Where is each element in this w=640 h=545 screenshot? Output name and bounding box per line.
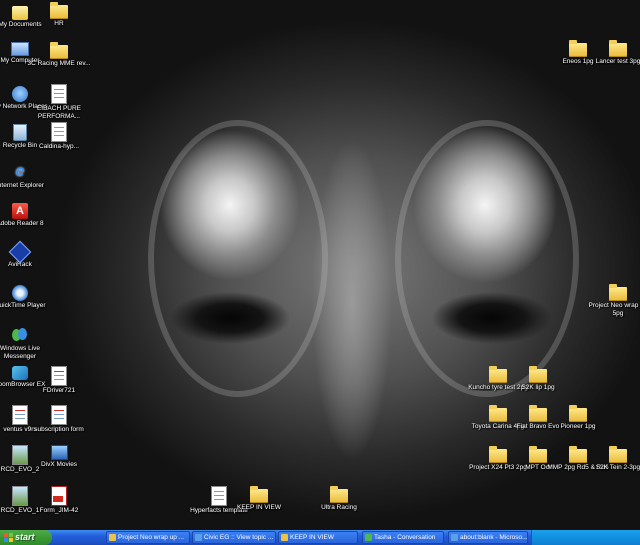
folder-icon xyxy=(489,446,507,463)
taskbar: start Project Neo wrap up ... Civic EG :… xyxy=(0,530,640,545)
desktop-icon-messenger[interactable]: Windows Live Messenger xyxy=(0,326,52,361)
desktop-icon-form-jim[interactable]: Form_JIM-42 xyxy=(27,486,91,515)
recycle-bin-icon xyxy=(13,124,27,141)
desktop-icon-adobe-reader[interactable]: A Adobe Reader 8 xyxy=(0,203,52,228)
folder-icon xyxy=(569,446,587,463)
desktop-icon-internet-explorer[interactable]: e Internet Explorer xyxy=(0,163,52,190)
document-icon xyxy=(51,122,67,142)
internet-explorer-icon: e xyxy=(15,163,25,180)
document-icon xyxy=(51,405,67,425)
wallpaper-port-left-rim xyxy=(148,120,328,397)
adobe-reader-icon: A xyxy=(12,203,28,219)
taskbar-button-project-neo[interactable]: Project Neo wrap up ... xyxy=(106,531,190,544)
desktop[interactable]: My Documents HR My Computer 3C Racing MM… xyxy=(0,0,640,530)
desktop-icon-lancer-test[interactable]: Lancer test 3pg xyxy=(586,40,640,66)
document-icon xyxy=(211,486,227,506)
quicktime-icon xyxy=(12,285,28,301)
task-label: Civic EG :: View topic ... xyxy=(204,534,274,541)
desktop-icon-caldina[interactable]: Caldina-hyp... xyxy=(27,122,91,151)
taskbar-button-about-blank[interactable]: about:blank - Microso... xyxy=(448,531,528,544)
taskbar-button-tasha-conversation[interactable]: Tasha - Conversation xyxy=(362,531,444,544)
task-label: Tasha - Conversation xyxy=(374,534,436,541)
start-button[interactable]: start xyxy=(0,530,52,545)
desktop-icon-3c-racing[interactable]: 3C Racing MME rev... xyxy=(27,42,91,68)
folder-icon xyxy=(529,366,547,383)
windows-logo-icon xyxy=(4,533,13,542)
taskbar-button-civic-eg[interactable]: Civic EG :: View topic ... xyxy=(192,531,276,544)
network-places-icon xyxy=(12,86,28,102)
desktop-icon-pioneer[interactable]: Pioneer 1pg xyxy=(546,405,610,431)
desktop-icon-hr[interactable]: HR xyxy=(27,2,91,28)
desktop-icon-avirack[interactable]: AviRack xyxy=(0,240,52,269)
desktop-icon-s2k-lip[interactable]: S2K lip 1pg xyxy=(506,366,570,392)
folder-icon xyxy=(109,534,116,541)
image-file-icon xyxy=(12,486,28,506)
folder-icon xyxy=(330,486,348,503)
task-label: Project Neo wrap up ... xyxy=(118,534,185,541)
desktop-icon-subscription[interactable]: subscription form xyxy=(27,405,91,434)
pdf-icon xyxy=(51,486,67,506)
zoombrowser-icon xyxy=(12,366,28,380)
folder-icon xyxy=(609,446,627,463)
start-label: start xyxy=(15,532,35,542)
image-file-icon xyxy=(12,445,28,465)
document-icon xyxy=(12,405,28,425)
divx-icon xyxy=(50,445,68,460)
folder-icon xyxy=(50,2,68,19)
notification-area xyxy=(531,530,640,545)
messenger-icon xyxy=(11,326,29,344)
internet-explorer-icon xyxy=(451,534,458,541)
folder-icon xyxy=(529,446,547,463)
desktop-icon-divx[interactable]: DivX Movies xyxy=(27,445,91,469)
folder-icon xyxy=(50,42,68,59)
folder-icon xyxy=(569,405,587,422)
wallpaper-port-right-rim xyxy=(395,120,579,397)
desktop-icon-s2k-tein[interactable]: S2K Tein 2-3pg xyxy=(586,446,640,472)
my-documents-icon xyxy=(12,6,28,20)
taskbar-button-keep-in-view[interactable]: KEEP IN VIEW xyxy=(278,531,358,544)
folder-icon xyxy=(529,405,547,422)
desktop-icon-eibach[interactable]: EIBACH PURE PERFORMA... xyxy=(27,84,91,121)
document-icon xyxy=(51,366,67,386)
folder-icon xyxy=(609,40,627,57)
avirack-icon xyxy=(8,240,32,264)
desktop-icon-keep-in-view[interactable]: KEEP IN VIEW xyxy=(227,486,291,512)
folder-icon xyxy=(250,486,268,503)
folder-icon xyxy=(281,534,288,541)
internet-explorer-icon xyxy=(195,534,202,541)
folder-icon xyxy=(489,405,507,422)
folder-icon xyxy=(609,284,627,301)
messenger-icon xyxy=(365,534,372,541)
folder-icon xyxy=(489,366,507,383)
desktop-icon-project-neo[interactable]: Project Neo wrap up 5pg xyxy=(586,284,640,318)
folder-icon xyxy=(569,40,587,57)
desktop-icon-quicktime[interactable]: QuickTime Player xyxy=(0,285,52,310)
document-icon xyxy=(51,84,67,104)
task-label: about:blank - Microso... xyxy=(460,534,528,541)
desktop-icon-ultra-racing[interactable]: Ultra Racing xyxy=(307,486,371,512)
desktop-icon-fdriver[interactable]: FDriver721 xyxy=(27,366,91,395)
task-label: KEEP IN VIEW xyxy=(290,534,334,541)
